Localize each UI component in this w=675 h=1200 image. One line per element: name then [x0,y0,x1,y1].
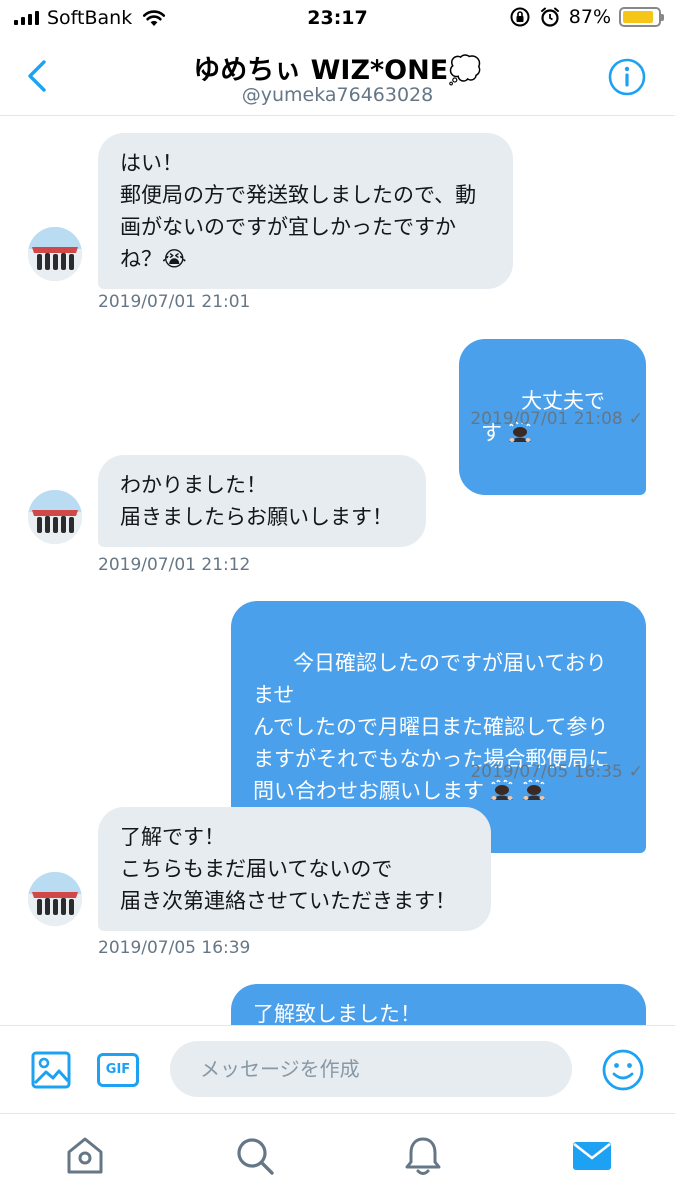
message-timestamp: 2019/07/05 16:39 [98,938,251,958]
message-timestamp: 2019/07/01 21:12 [98,555,251,575]
avatar[interactable] [28,227,82,281]
notifications-icon[interactable] [401,1134,445,1178]
message-bubble-incoming[interactable]: 了解です！ こちらもまだ届いてないので 届き次第連絡させていただきます！ [98,807,491,931]
message-timestamp: 2019/07/05 16:35 ✓ [470,762,643,782]
battery-icon [619,7,664,27]
status-bar: SoftBank 23:17 87% [0,0,675,38]
avatar[interactable] [28,490,82,544]
battery-fill [623,11,653,23]
orientation-lock-icon [510,7,530,27]
message-timestamp: 2019/07/01 21:08 ✓ [470,409,643,429]
home-icon[interactable] [63,1134,107,1178]
read-receipt-check: ✓ [628,409,643,429]
smiley-icon[interactable] [601,1048,645,1092]
message-composer: GIF [0,1025,675,1113]
message-time: 2019/07/05 16:35 [470,762,623,782]
conversation-title[interactable]: ゆめちぃ WIZ*ONE💭 [0,48,675,87]
conversation-header: ゆめちぃ WIZ*ONE💭 @yumeka76463028 [0,38,675,116]
avatar[interactable] [28,872,82,926]
message-bubble-incoming[interactable]: はい！ 郵便局の方で発送致しましたので、動 画がないのですが宜しかったですか ね… [98,133,513,289]
image-icon[interactable] [30,1050,72,1090]
tab-bar [0,1113,675,1200]
dm-conversation-screen: SoftBank 23:17 87% ゆめちぃ WIZ*ONE💭 @yumeka… [0,0,675,1200]
search-icon[interactable] [233,1134,277,1178]
message-input[interactable] [170,1041,572,1097]
read-receipt-check: ✓ [628,762,643,782]
battery-percent: 87% [568,6,611,28]
message-timestamp: 2019/07/01 21:01 [98,292,251,312]
messages-icon[interactable] [570,1134,614,1178]
alarm-icon [540,7,559,27]
conversation-handle[interactable]: @yumeka76463028 [0,84,675,106]
gif-button[interactable]: GIF [97,1053,139,1087]
message-time: 2019/07/01 21:08 [470,409,623,429]
info-icon[interactable] [607,57,647,97]
message-bubble-incoming[interactable]: わかりました！ 届きましたらお願いします！ [98,455,426,547]
status-right-group: 87% [509,6,664,28]
